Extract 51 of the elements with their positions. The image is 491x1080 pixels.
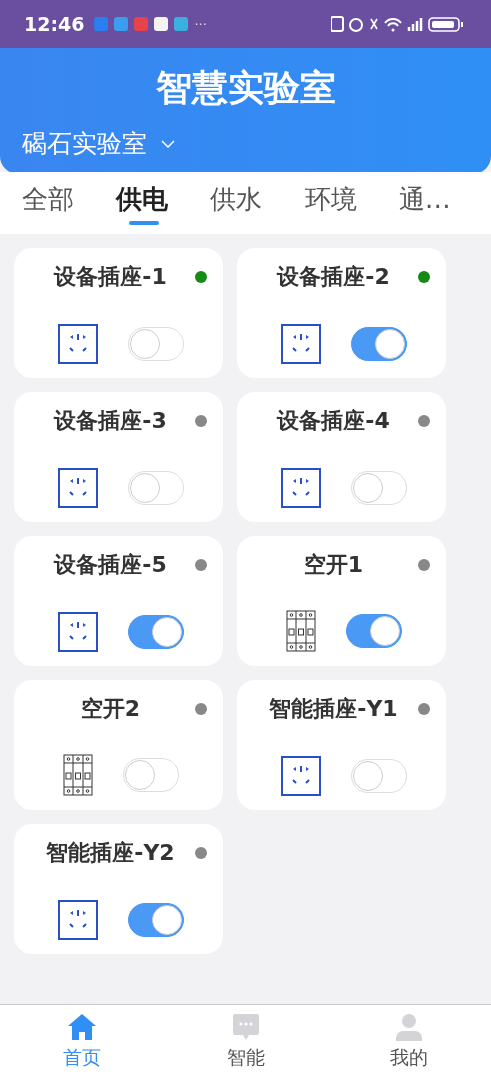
power-socket-icon [280, 756, 321, 796]
more-notifications: ··· [194, 16, 207, 32]
power-socket-icon [57, 612, 98, 652]
category-tab[interactable]: 通… [396, 182, 491, 230]
power-socket-icon [57, 900, 98, 940]
lab-selector[interactable]: 碣石实验室 [22, 127, 147, 160]
power-socket-icon [280, 324, 321, 364]
device-name: 空开1 [302, 551, 365, 579]
category-tab[interactable]: 环境 [302, 182, 397, 230]
chat-icon [231, 1013, 260, 1041]
power-socket-icon [57, 324, 98, 364]
circuit-breaker-icon [285, 610, 316, 652]
home-icon [66, 1013, 97, 1041]
category-tab[interactable]: 供水 [208, 182, 303, 230]
power-toggle[interactable] [127, 615, 184, 649]
power-socket-icon [57, 468, 98, 508]
device-card[interactable]: 空开2 [14, 680, 223, 810]
app-notification-icon [154, 17, 169, 31]
nav-tab[interactable]: 我的 [327, 1005, 491, 1080]
status-time: 12:46 [24, 13, 85, 35]
device-name: 智能插座-Y2 [45, 839, 176, 867]
power-toggle[interactable] [127, 903, 184, 937]
device-card[interactable]: 智能插座-Y1 [237, 680, 446, 810]
device-name: 设备插座-5 [52, 551, 168, 579]
circuit-breaker-icon [62, 754, 93, 796]
category-tab[interactable]: 全部 [20, 182, 115, 230]
power-socket-icon [280, 468, 321, 508]
chevron-down-icon[interactable] [161, 139, 175, 148]
device-card[interactable]: 设备插座-4 [237, 392, 446, 522]
device-card[interactable]: 设备插座-2 [237, 248, 446, 378]
power-toggle[interactable] [345, 614, 402, 648]
app-title: 智慧实验室 [154, 66, 337, 110]
app-notification-icon [94, 17, 109, 31]
user-icon [395, 1013, 424, 1041]
device-name: 智能插座-Y1 [268, 695, 399, 723]
device-name: 空开2 [79, 695, 142, 723]
device-name: 设备插座-3 [52, 407, 168, 435]
device-name: 设备插座-1 [52, 263, 168, 291]
device-card[interactable]: 空开1 [237, 536, 446, 666]
power-toggle[interactable] [350, 327, 407, 361]
nav-tab[interactable]: 智能 [163, 1005, 328, 1080]
device-card[interactable]: 设备插座-3 [14, 392, 223, 522]
device-card[interactable]: 设备插座-1 [14, 248, 223, 378]
device-card[interactable]: 设备插座-5 [14, 536, 223, 666]
app-notification-icon [134, 17, 149, 31]
app-notification-icon [174, 17, 189, 31]
device-card[interactable]: 智能插座-Y2 [14, 824, 223, 954]
category-tab[interactable]: 供电 [114, 182, 209, 230]
app-notification-icon [114, 17, 129, 31]
device-name: 设备插座-2 [275, 263, 391, 291]
device-name: 设备插座-4 [275, 407, 391, 435]
